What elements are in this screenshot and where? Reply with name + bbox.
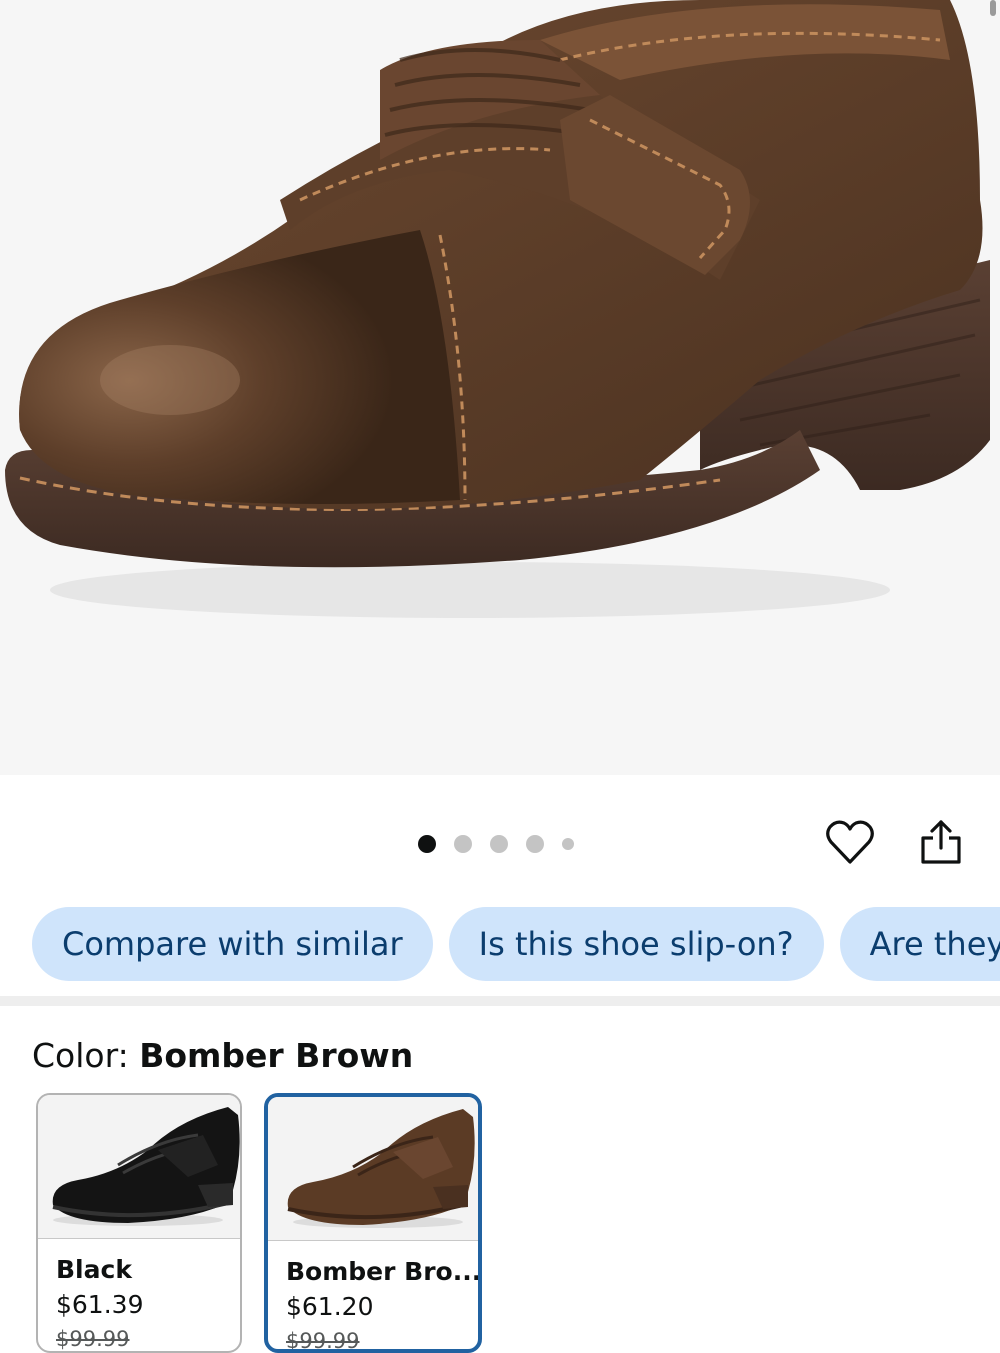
chip-are-they[interactable]: Are they n [839, 907, 1000, 981]
carousel-dot-2[interactable] [454, 835, 472, 853]
product-image-area[interactable] [0, 0, 1000, 775]
heart-icon[interactable] [824, 816, 876, 868]
swatch-name: Black [56, 1255, 132, 1284]
color-option-bomber-brown[interactable]: Bomber Bro... $61.20 $99.99 [264, 1093, 482, 1353]
swatch-list-price: $99.99 [56, 1327, 130, 1351]
carousel-dot-3[interactable] [490, 835, 508, 853]
carousel-dot-4[interactable] [526, 835, 544, 853]
color-option-black[interactable]: Black $61.39 $99.99 [36, 1093, 242, 1353]
chip-is-slip-on[interactable]: Is this shoe slip-on? [448, 907, 824, 981]
product-image [5, 0, 990, 618]
swatch-name: Bomber Bro... [286, 1257, 482, 1286]
image-carousel-indicator[interactable] [418, 834, 592, 854]
scroll-indicator [990, 0, 996, 16]
color-label: Color: Bomber Brown [32, 1036, 413, 1075]
swatch-price: $61.39 [56, 1290, 144, 1319]
section-divider [0, 996, 1000, 1006]
swatch-image-black [38, 1095, 240, 1239]
color-label-prefix: Color: [32, 1036, 129, 1075]
suggested-questions: Compare with similar Is this shoe slip-on… [32, 907, 1000, 981]
chip-compare-with-similar[interactable]: Compare with similar [32, 907, 433, 981]
selected-color-name: Bomber Brown [139, 1036, 414, 1075]
carousel-dot-5[interactable] [562, 838, 574, 850]
carousel-dot-1[interactable] [418, 835, 436, 853]
share-icon[interactable] [916, 816, 966, 868]
swatch-price: $61.20 [286, 1292, 374, 1321]
swatch-image-bomber-brown [268, 1097, 478, 1241]
